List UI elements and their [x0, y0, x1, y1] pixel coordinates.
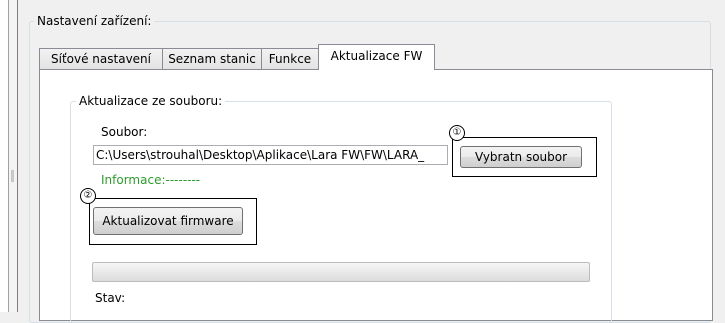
- tab-station-list[interactable]: Seznam stanic: [162, 48, 262, 69]
- tab-label: Síťové nastavení: [51, 52, 151, 66]
- tab-label: Seznam stanic: [168, 52, 256, 66]
- tab-label: Aktualizace FW: [330, 49, 423, 63]
- splitter-line: [17, 0, 18, 312]
- file-update-title: Aktualizace ze souboru:: [76, 93, 226, 109]
- tab-network-settings[interactable]: Síťové nastavení: [39, 48, 163, 69]
- file-path-field[interactable]: C:\Users\strouhal\Desktop\Aplikace\Lara …: [93, 145, 448, 165]
- status-label: Stav:: [95, 291, 126, 305]
- update-firmware-button[interactable]: Aktualizovat firmware: [93, 207, 243, 235]
- file-label: Soubor:: [101, 125, 148, 139]
- tab-label: Funkce: [268, 52, 312, 66]
- callout-number-1: ①: [449, 125, 465, 141]
- update-firmware-label: Aktualizovat firmware: [102, 214, 234, 228]
- device-settings-title: Nastavení zařízení:: [34, 13, 155, 29]
- select-file-label: Vybratn soubor: [474, 150, 568, 164]
- tab-fw-update[interactable]: Aktualizace FW: [318, 44, 435, 70]
- splitter[interactable]: [9, 0, 17, 312]
- window-edge: [0, 0, 8, 312]
- tab-functions[interactable]: Funkce: [261, 48, 319, 69]
- update-progress-bar: [92, 262, 590, 282]
- file-path-value: C:\Users\strouhal\Desktop\Aplikace\Lara …: [96, 148, 425, 162]
- splitter-grip[interactable]: [11, 170, 14, 182]
- info-text: Informace:--------: [101, 173, 201, 187]
- callout-number-2: ②: [80, 188, 96, 204]
- select-file-button[interactable]: Vybratn soubor: [460, 146, 582, 168]
